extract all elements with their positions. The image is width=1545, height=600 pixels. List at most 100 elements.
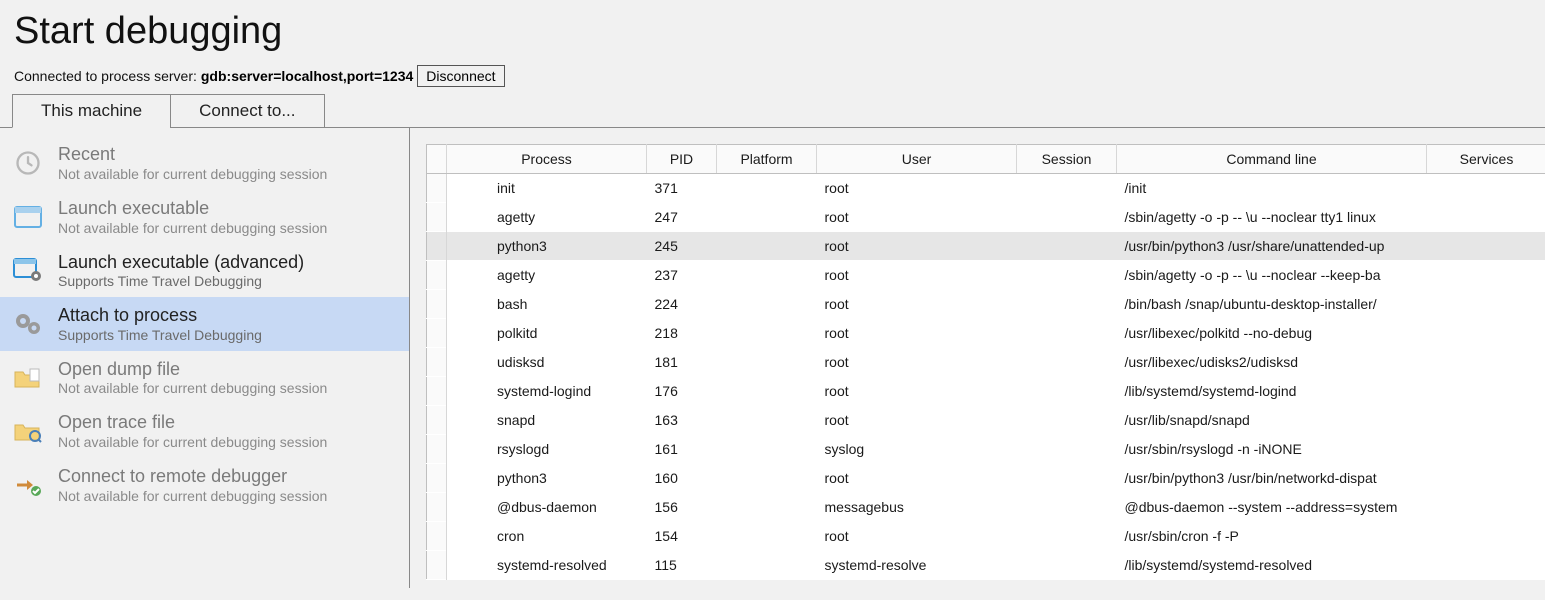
disconnect-button[interactable]: Disconnect <box>417 65 504 87</box>
cell-pid: 245 <box>647 232 717 261</box>
sidebar-item-sub: Not available for current debugging sess… <box>58 220 399 236</box>
col-platform[interactable]: Platform <box>717 145 817 174</box>
sidebar-item-remote[interactable]: Connect to remote debugger Not available… <box>0 458 409 512</box>
row-handle[interactable] <box>427 261 447 290</box>
sidebar-item-dump[interactable]: Open dump file Not available for current… <box>0 351 409 405</box>
sidebar-item-label: Connect to remote debugger <box>58 466 399 488</box>
table-row[interactable]: rsyslogd161syslog/usr/sbin/rsyslogd -n -… <box>427 435 1545 464</box>
table-row[interactable]: udisksd181root/usr/libexec/udisks2/udisk… <box>427 348 1545 377</box>
table-row[interactable]: bash224root/bin/bash /snap/ubuntu-deskto… <box>427 290 1545 319</box>
cell-process: systemd-resolved <box>447 551 647 580</box>
table-row[interactable]: snapd163root/usr/lib/snapd/snapd <box>427 406 1545 435</box>
cell-user: systemd-resolve <box>817 551 1017 580</box>
cell-user: root <box>817 406 1017 435</box>
row-handle[interactable] <box>427 551 447 580</box>
col-handle[interactable] <box>427 145 447 174</box>
table-row[interactable]: agetty237root/sbin/agetty -o -p -- \u --… <box>427 261 1545 290</box>
col-pid[interactable]: PID <box>647 145 717 174</box>
cell-user: root <box>817 232 1017 261</box>
col-user[interactable]: User <box>817 145 1017 174</box>
row-handle[interactable] <box>427 203 447 232</box>
col-process[interactable]: Process <box>447 145 647 174</box>
cell-services <box>1427 464 1545 493</box>
tab-connect-to[interactable]: Connect to... <box>170 94 324 128</box>
sidebar-item-label: Open trace file <box>58 412 399 434</box>
sidebar-item-launch[interactable]: Launch executable Not available for curr… <box>0 190 409 244</box>
row-handle[interactable] <box>427 406 447 435</box>
row-handle[interactable] <box>427 174 447 203</box>
folder-file-icon <box>10 362 46 394</box>
cell-process: polkitd <box>447 319 647 348</box>
col-session[interactable]: Session <box>1017 145 1117 174</box>
cell-cmd: /lib/systemd/systemd-resolved <box>1117 551 1427 580</box>
cell-session <box>1017 203 1117 232</box>
sidebar-item-label: Launch executable (advanced) <box>58 252 399 274</box>
cell-pid: 160 <box>647 464 717 493</box>
cell-services <box>1427 348 1545 377</box>
sidebar-item-label: Attach to process <box>58 305 399 327</box>
sidebar-item-sub: Not available for current debugging sess… <box>58 434 399 450</box>
cell-session <box>1017 290 1117 319</box>
cell-platform <box>717 377 817 406</box>
col-services[interactable]: Services <box>1427 145 1545 174</box>
cell-user: root <box>817 174 1017 203</box>
table-header-row: Process PID Platform User Session Comman… <box>427 145 1545 174</box>
cell-cmd: /usr/libexec/polkitd --no-debug <box>1117 319 1427 348</box>
cell-services <box>1427 290 1545 319</box>
cell-pid: 115 <box>647 551 717 580</box>
row-handle[interactable] <box>427 522 447 551</box>
row-handle[interactable] <box>427 319 447 348</box>
cell-process: agetty <box>447 261 647 290</box>
table-row[interactable]: init371root/init <box>427 174 1545 203</box>
cell-cmd: /init <box>1117 174 1427 203</box>
table-row[interactable]: cron154root/usr/sbin/cron -f -P <box>427 522 1545 551</box>
row-handle[interactable] <box>427 348 447 377</box>
cell-platform <box>717 261 817 290</box>
cell-cmd: /sbin/agetty -o -p -- \u --noclear --kee… <box>1117 261 1427 290</box>
connection-value: gdb:server=localhost,port=1234 <box>201 68 413 84</box>
table-row[interactable]: python3245root/usr/bin/python3 /usr/shar… <box>427 232 1545 261</box>
gears-icon <box>10 308 46 340</box>
cell-cmd: /lib/systemd/systemd-logind <box>1117 377 1427 406</box>
cell-user: root <box>817 377 1017 406</box>
cell-pid: 218 <box>647 319 717 348</box>
row-handle[interactable] <box>427 377 447 406</box>
cell-user: root <box>817 319 1017 348</box>
table-row[interactable]: systemd-logind176root/lib/systemd/system… <box>427 377 1545 406</box>
cell-platform <box>717 493 817 522</box>
row-handle[interactable] <box>427 290 447 319</box>
cell-services <box>1427 493 1545 522</box>
cell-pid: 181 <box>647 348 717 377</box>
row-handle[interactable] <box>427 435 447 464</box>
table-row[interactable]: polkitd218 root/usr/libexec/polkitd --no-… <box>427 319 1545 348</box>
cell-cmd: /usr/sbin/cron -f -P <box>1117 522 1427 551</box>
tab-this-machine[interactable]: This machine <box>12 94 171 128</box>
cell-platform <box>717 406 817 435</box>
row-handle[interactable] <box>427 232 447 261</box>
table-row[interactable]: @dbus-daemon156messagebus@dbus-daemon --… <box>427 493 1545 522</box>
cell-services <box>1427 406 1545 435</box>
sidebar-item-sub: Not available for current debugging sess… <box>58 166 399 182</box>
cell-user: syslog <box>817 435 1017 464</box>
process-table[interactable]: Process PID Platform User Session Comman… <box>426 144 1545 580</box>
table-row[interactable]: python3160root/usr/bin/python3 /usr/bin/… <box>427 464 1545 493</box>
cell-user: root <box>817 522 1017 551</box>
sidebar-item-trace[interactable]: Open trace file Not available for curren… <box>0 404 409 458</box>
sidebar-item-sub: Supports Time Travel Debugging <box>58 273 399 289</box>
cell-session <box>1017 174 1117 203</box>
sidebar-item-recent[interactable]: Recent Not available for current debuggi… <box>0 136 409 190</box>
col-cmd[interactable]: Command line <box>1117 145 1427 174</box>
cell-platform <box>717 522 817 551</box>
cell-services <box>1427 522 1545 551</box>
cell-process: init <box>447 174 647 203</box>
cell-session <box>1017 377 1117 406</box>
row-handle[interactable] <box>427 493 447 522</box>
sidebar-item-launch-advanced[interactable]: Launch executable (advanced) Supports Ti… <box>0 244 409 298</box>
row-handle[interactable] <box>427 464 447 493</box>
cell-platform <box>717 290 817 319</box>
cell-cmd: /usr/bin/python3 /usr/bin/networkd-dispa… <box>1117 464 1427 493</box>
table-row[interactable]: agetty247root/sbin/agetty -o -p -- \u --… <box>427 203 1545 232</box>
table-row[interactable]: systemd-resolved115 systemd-resolve/lib/s… <box>427 551 1545 580</box>
sidebar-item-attach[interactable]: Attach to process Supports Time Travel D… <box>0 297 409 351</box>
cell-session <box>1017 551 1117 580</box>
